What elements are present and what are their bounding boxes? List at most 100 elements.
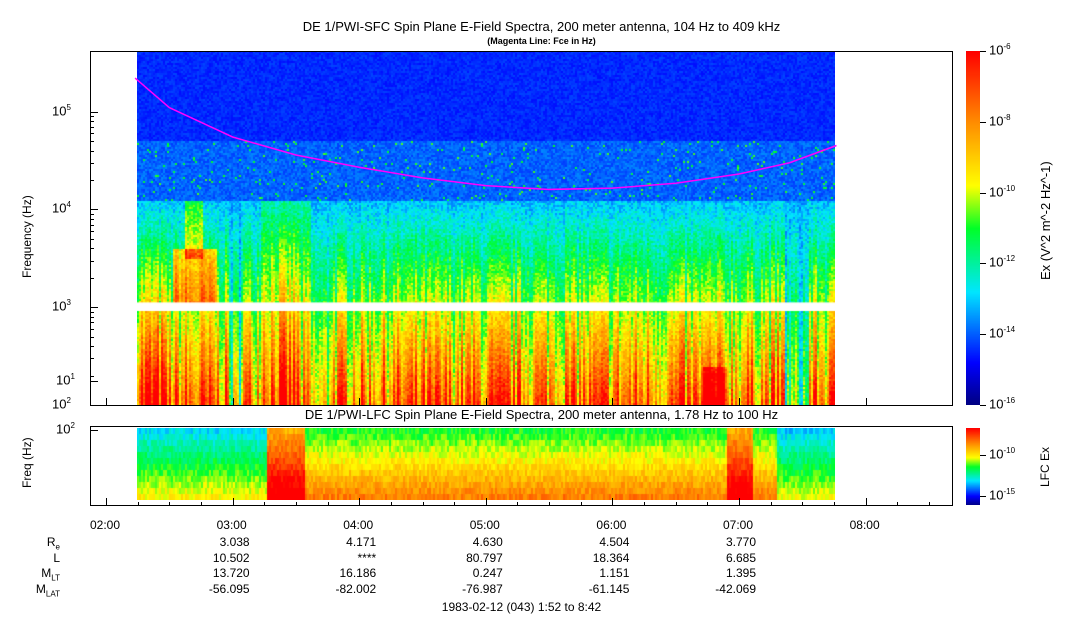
lfc-colorbar-tick <box>980 455 986 456</box>
sfc-minor-tick <box>90 328 94 330</box>
x-minor-tick <box>517 502 519 506</box>
ephemeris-value: 0.247 <box>472 566 503 580</box>
ephemeris-value: 80.797 <box>466 550 503 565</box>
x-tick-label: 02:00 <box>90 518 121 532</box>
sfc-minor-tick <box>90 116 94 118</box>
sfc-minor-tick <box>90 162 94 164</box>
x-tick <box>865 498 867 506</box>
sfc-ytick-label: 104 <box>52 200 71 216</box>
sfc-minor-tick <box>90 238 94 240</box>
colorbar-tick-label: 10-8 <box>989 112 1011 129</box>
sfc-ytick <box>90 307 98 309</box>
sfc-minor-tick <box>90 179 94 181</box>
colorbar-tick <box>980 405 986 406</box>
ephemeris-value: 13.720 <box>212 566 250 580</box>
sfc-plot-frame <box>90 51 953 406</box>
x-tick-label: 05:00 <box>469 518 500 532</box>
sfc-minor-tick <box>90 346 94 348</box>
ephemeris-value: 3.038 <box>219 535 250 549</box>
x-minor-tick <box>580 502 582 506</box>
lfc-ytick-label: 102 <box>56 421 75 437</box>
x-minor-tick <box>833 502 835 506</box>
x-tick <box>739 498 740 506</box>
sfc-minor-tick <box>90 322 94 324</box>
sfc-ytick-label: 102 <box>52 396 71 412</box>
x-minor-tick <box>390 502 392 506</box>
x-tick <box>485 498 487 506</box>
lfc-colorbar <box>966 428 980 505</box>
x-tick <box>485 398 487 406</box>
sfc-ytick <box>90 405 98 406</box>
colorbar-tick-label: 10-6 <box>989 42 1011 58</box>
x-minor-tick <box>707 502 709 506</box>
time-range-label: 1983-02-12 (043) 1:52 to 8:42 <box>441 600 602 614</box>
lfc-ytick-label: 101 <box>56 372 75 388</box>
x-tick <box>232 398 234 406</box>
sfc-minor-tick <box>90 231 94 233</box>
sfc-minor-tick <box>90 213 94 215</box>
sfc-ylabel: Frequency (Hz) <box>20 195 34 278</box>
sfc-minor-tick <box>90 375 94 377</box>
sfc-minor-tick <box>90 260 94 262</box>
ephemeris-value: 6.685 <box>725 550 756 565</box>
sfc-minor-tick <box>90 218 94 220</box>
sfc-minor-tick <box>90 141 94 143</box>
ephemeris-value: -61.145 <box>588 581 630 596</box>
x-minor-tick <box>137 502 139 506</box>
colorbar-tick-label: 10-16 <box>989 396 1016 412</box>
x-tick <box>359 398 361 406</box>
lfc-ytick <box>90 381 98 382</box>
x-minor-tick <box>422 502 424 506</box>
lfc-colorbar-tick-label: 10-10 <box>989 446 1016 462</box>
sfc-minor-tick <box>90 336 94 338</box>
x-minor-tick <box>200 502 202 506</box>
sfc-minor-tick <box>90 358 94 360</box>
x-minor-tick <box>549 502 551 506</box>
x-tick-label: 04:00 <box>343 518 374 532</box>
sfc-minor-tick <box>90 133 94 135</box>
sfc-minor-tick <box>90 277 94 279</box>
x-minor-tick <box>169 502 171 506</box>
sfc-ytick-label: 103 <box>52 298 71 314</box>
lfc-colorbar-tick-label: 10-15 <box>989 487 1016 503</box>
x-tick-label: 06:00 <box>596 518 627 532</box>
sfc-minor-tick <box>90 248 94 250</box>
x-minor-tick <box>454 502 456 506</box>
sfc-ytick <box>90 209 98 211</box>
sfc-colorbar <box>966 51 980 405</box>
colorbar-tick-label: 10-14 <box>989 325 1016 341</box>
ephemeris-value: 16.186 <box>339 566 377 580</box>
x-minor-tick <box>928 502 930 506</box>
sfc-colorbar-label: Ex (V^2 m^-2 Hz^-1) <box>1038 161 1053 280</box>
ephemeris-value: 3.770 <box>725 535 756 549</box>
ephemeris-value: 18.364 <box>592 550 630 565</box>
ephemeris-row-label: MLT <box>41 566 60 583</box>
colorbar-tick <box>980 192 986 194</box>
x-tick <box>106 398 107 406</box>
sfc-minor-tick <box>90 150 94 152</box>
x-minor-tick <box>675 502 677 506</box>
x-minor-tick <box>897 502 899 506</box>
lfc-colorbar-tick <box>980 496 986 497</box>
x-minor-tick <box>770 502 772 506</box>
sfc-minor-tick <box>90 126 94 128</box>
ephemeris-value: **** <box>357 550 377 565</box>
ephemeris-value: 4.171 <box>346 535 377 549</box>
x-tick <box>612 398 614 406</box>
colorbar-tick <box>980 121 986 123</box>
ephemeris-value: 4.504 <box>599 535 630 549</box>
sfc-minor-tick <box>90 316 94 318</box>
x-tick <box>739 398 740 406</box>
sfc-minor-tick <box>90 311 94 313</box>
ephemeris-row-label: L <box>53 550 60 565</box>
x-minor-tick <box>802 502 804 506</box>
ephemeris-value: 1.395 <box>725 566 756 580</box>
lfc-ytick <box>90 430 98 431</box>
ephemeris-value: -56.095 <box>208 581 250 596</box>
x-minor-tick <box>644 502 646 506</box>
x-tick <box>232 498 234 506</box>
colorbar-tick-label: 10-12 <box>989 254 1016 270</box>
x-tick <box>359 498 361 506</box>
x-tick <box>612 498 614 506</box>
sfc-minor-tick <box>90 121 94 123</box>
